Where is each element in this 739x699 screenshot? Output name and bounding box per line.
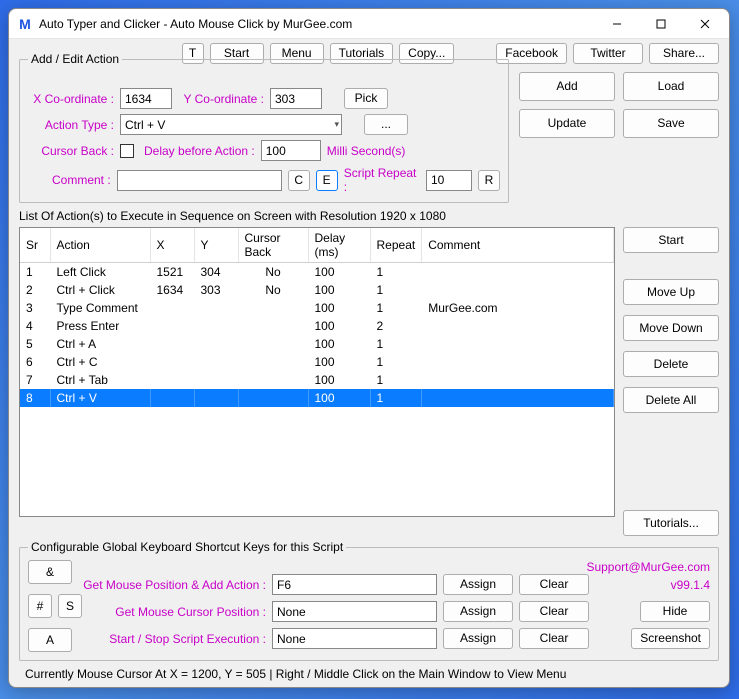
app-icon: M [17,16,33,32]
save-button[interactable]: Save [623,109,719,138]
minimize-icon [612,19,622,29]
add-edit-fieldset: Add / Edit Action X Co-ordinate : Y Co-o… [19,52,509,203]
status-bar: Currently Mouse Cursor At X = 1200, Y = … [19,665,719,685]
col-x[interactable]: X [150,228,194,263]
col-delay[interactable]: Delay (ms) [308,228,370,263]
action-table[interactable]: Sr Action X Y Cursor Back Delay (ms) Rep… [19,227,615,517]
table-row[interactable]: 2Ctrl + Click1634303No1001 [20,281,614,299]
list-header-label: List Of Action(s) to Execute in Sequence… [19,209,719,223]
shortcut1-input[interactable] [272,574,437,595]
comment-label: Comment : [28,173,111,187]
hide-button[interactable]: Hide [640,601,710,622]
shortcuts-legend: Configurable Global Keyboard Shortcut Ke… [28,540,346,554]
minimize-button[interactable] [595,10,639,38]
clear3-button[interactable]: Clear [519,628,589,649]
assign1-button[interactable]: Assign [443,574,513,595]
cursor-back-checkbox[interactable] [120,144,134,158]
col-action[interactable]: Action [50,228,150,263]
assign3-button[interactable]: Assign [443,628,513,649]
clear2-button[interactable]: Clear [519,601,589,622]
support-link[interactable]: Support@MurGee.com [80,560,710,574]
y-coord-label: Y Co-ordinate : [178,92,264,106]
table-row[interactable]: 4Press Enter1002 [20,317,614,335]
col-cursor[interactable]: Cursor Back [238,228,308,263]
load-button[interactable]: Load [623,72,719,101]
tutorials-list-button[interactable]: Tutorials... [623,510,719,536]
y-coord-input[interactable] [270,88,322,109]
a-button[interactable]: A [28,628,72,652]
delay-label: Delay before Action : [144,144,255,158]
window-title: Auto Typer and Clicker - Auto Mouse Clic… [39,17,595,31]
shortcut3-input[interactable] [272,628,437,649]
action-type-label: Action Type : [28,118,114,132]
table-row[interactable]: 6Ctrl + C1001 [20,353,614,371]
version-label: v99.1.4 [595,578,710,592]
hash-button[interactable]: # [28,594,52,618]
action-type-value: Ctrl + V [125,118,165,132]
clear1-button[interactable]: Clear [519,574,589,595]
delay-input[interactable] [261,140,321,161]
screenshot-button[interactable]: Screenshot [631,628,710,649]
chevron-down-icon: ▾ [334,119,339,130]
amp-button[interactable]: & [28,560,72,584]
move-up-button[interactable]: Move Up [623,279,719,305]
table-row[interactable]: 7Ctrl + Tab1001 [20,371,614,389]
titlebar[interactable]: M Auto Typer and Clicker - Auto Mouse Cl… [9,9,729,39]
add-button[interactable]: Add [519,72,615,101]
action-type-select[interactable]: Ctrl + V ▾ [120,114,342,135]
delete-all-button[interactable]: Delete All [623,387,719,413]
table-header-row: Sr Action X Y Cursor Back Delay (ms) Rep… [20,228,614,263]
action-more-button[interactable]: ... [364,114,408,135]
cursor-back-label: Cursor Back : [28,144,114,158]
update-button[interactable]: Update [519,109,615,138]
table-row[interactable]: 5Ctrl + A1001 [20,335,614,353]
e-button[interactable]: E [316,170,338,191]
add-edit-legend: Add / Edit Action [28,52,122,66]
c-button[interactable]: C [288,170,310,191]
col-sr[interactable]: Sr [20,228,50,263]
shortcuts-fieldset: Configurable Global Keyboard Shortcut Ke… [19,540,719,661]
maximize-button[interactable] [639,10,683,38]
maximize-icon [656,19,666,29]
twitter-button[interactable]: Twitter [573,43,643,64]
s-button[interactable]: S [58,594,82,618]
shortcut1-label: Get Mouse Position & Add Action : [80,578,266,592]
pick-button[interactable]: Pick [344,88,388,109]
script-repeat-label: Script Repeat : [344,166,420,194]
x-coord-label: X Co-ordinate : [28,92,114,106]
r-button[interactable]: R [478,170,500,191]
start-list-button[interactable]: Start [623,227,719,253]
assign2-button[interactable]: Assign [443,601,513,622]
table-row[interactable]: 1Left Click1521304No1001 [20,263,614,281]
col-comment[interactable]: Comment [422,228,614,263]
table-row[interactable]: 8Ctrl + V1001 [20,389,614,407]
share-button[interactable]: Share... [649,43,719,64]
col-y[interactable]: Y [194,228,238,263]
shortcut3-label: Start / Stop Script Execution : [80,632,266,646]
close-icon [700,19,710,29]
shortcut2-label: Get Mouse Cursor Position : [80,605,266,619]
col-repeat[interactable]: Repeat [370,228,422,263]
app-window: M Auto Typer and Clicker - Auto Mouse Cl… [8,8,730,688]
move-down-button[interactable]: Move Down [623,315,719,341]
script-repeat-input[interactable] [426,170,472,191]
shortcut2-input[interactable] [272,601,437,622]
delay-unit-label: Milli Second(s) [327,144,406,158]
comment-input[interactable] [117,170,282,191]
table-row[interactable]: 3Type Comment1001MurGee.com [20,299,614,317]
x-coord-input[interactable] [120,88,172,109]
delete-button[interactable]: Delete [623,351,719,377]
close-button[interactable] [683,10,727,38]
